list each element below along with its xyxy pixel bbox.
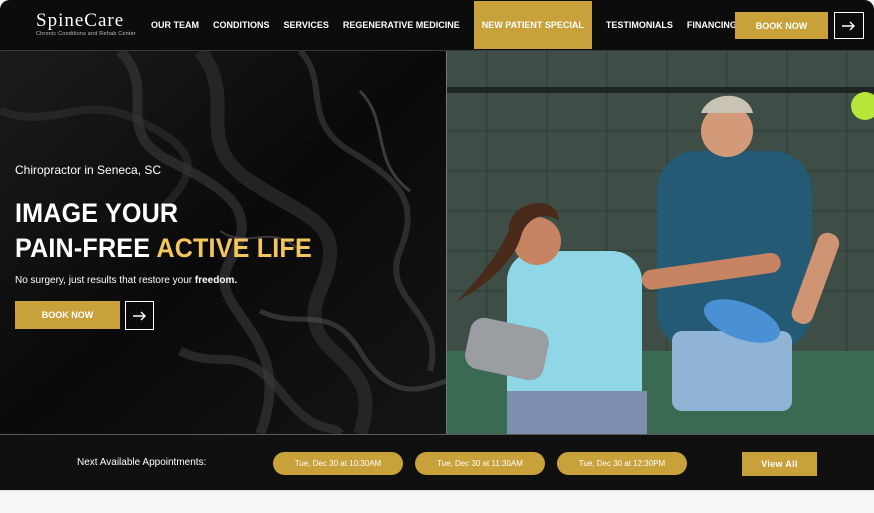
appointment-slot-3[interactable]: Tue, Dec 30 at 12:30PM	[557, 452, 687, 475]
nav-item-conditions[interactable]: CONDITIONS	[206, 0, 277, 50]
main-nav: OUR TEAM CONDITIONS SERVICES REGENERATIV…	[144, 0, 784, 50]
nav-item-services[interactable]: SERVICES	[277, 0, 336, 50]
appointment-slot-1[interactable]: Tue, Dec 30 at 10:30AM	[273, 452, 403, 475]
headline-line-2: PAIN-FREE ACTIVE LIFE	[15, 231, 312, 266]
hero-book-now-button[interactable]: BOOK NOW	[15, 301, 120, 329]
subline-bold: freedom.	[194, 275, 238, 286]
hero-arrow-button[interactable]	[125, 301, 154, 330]
view-all-button[interactable]: View All	[742, 452, 817, 476]
site-header: SpineCare Chronic Conditions and Rehab C…	[0, 0, 874, 51]
hero-headline: IMAGE YOUR PAIN-FREE ACTIVE LIFE	[15, 196, 312, 266]
header-arrow-button[interactable]	[834, 12, 864, 39]
page: SpineCare Chronic Conditions and Rehab C…	[0, 0, 874, 490]
nav-item-regenerative-medicine[interactable]: REGENERATIVE MEDICINE	[336, 0, 467, 50]
arrow-right-icon	[842, 21, 855, 30]
logo-tagline: Chronic Conditions and Rehab Center	[36, 31, 136, 37]
hero-subline: No surgery, just results that restore yo…	[15, 275, 237, 286]
hero-kicker: Chiropractor in Seneca, SC	[15, 163, 162, 177]
site-logo[interactable]: SpineCare Chronic Conditions and Rehab C…	[36, 10, 136, 37]
subline-plain: No surgery, just results that restore yo…	[15, 275, 195, 286]
page-below-fold	[0, 490, 874, 513]
header-book-now-button[interactable]: BOOK NOW	[735, 12, 828, 39]
appointments-label: Next Available Appointments:	[77, 457, 207, 468]
appointments-bar: Next Available Appointments: Tue, Dec 30…	[0, 434, 874, 490]
logo-name: SpineCare	[36, 10, 125, 31]
nav-item-our-team[interactable]: OUR TEAM	[144, 0, 206, 50]
nav-item-testimonials[interactable]: TESTIMONIALS	[599, 0, 680, 50]
hero-background-marble: Chiropractor in Seneca, SC IMAGE YOUR PA…	[0, 51, 446, 434]
headline-plain: PAIN-FREE	[15, 233, 157, 263]
pickleball-players-image	[447, 51, 874, 434]
headline-line-1: IMAGE YOUR	[15, 198, 179, 228]
nav-item-new-patient-special[interactable]: NEW PATIENT SPECIAL	[473, 1, 592, 49]
headline-accent: ACTIVE LIFE	[156, 233, 312, 263]
hero-photo	[447, 51, 874, 434]
arrow-right-icon	[132, 311, 146, 320]
appointment-slot-2[interactable]: Tue, Dec 30 at 11:30AM	[415, 452, 545, 475]
